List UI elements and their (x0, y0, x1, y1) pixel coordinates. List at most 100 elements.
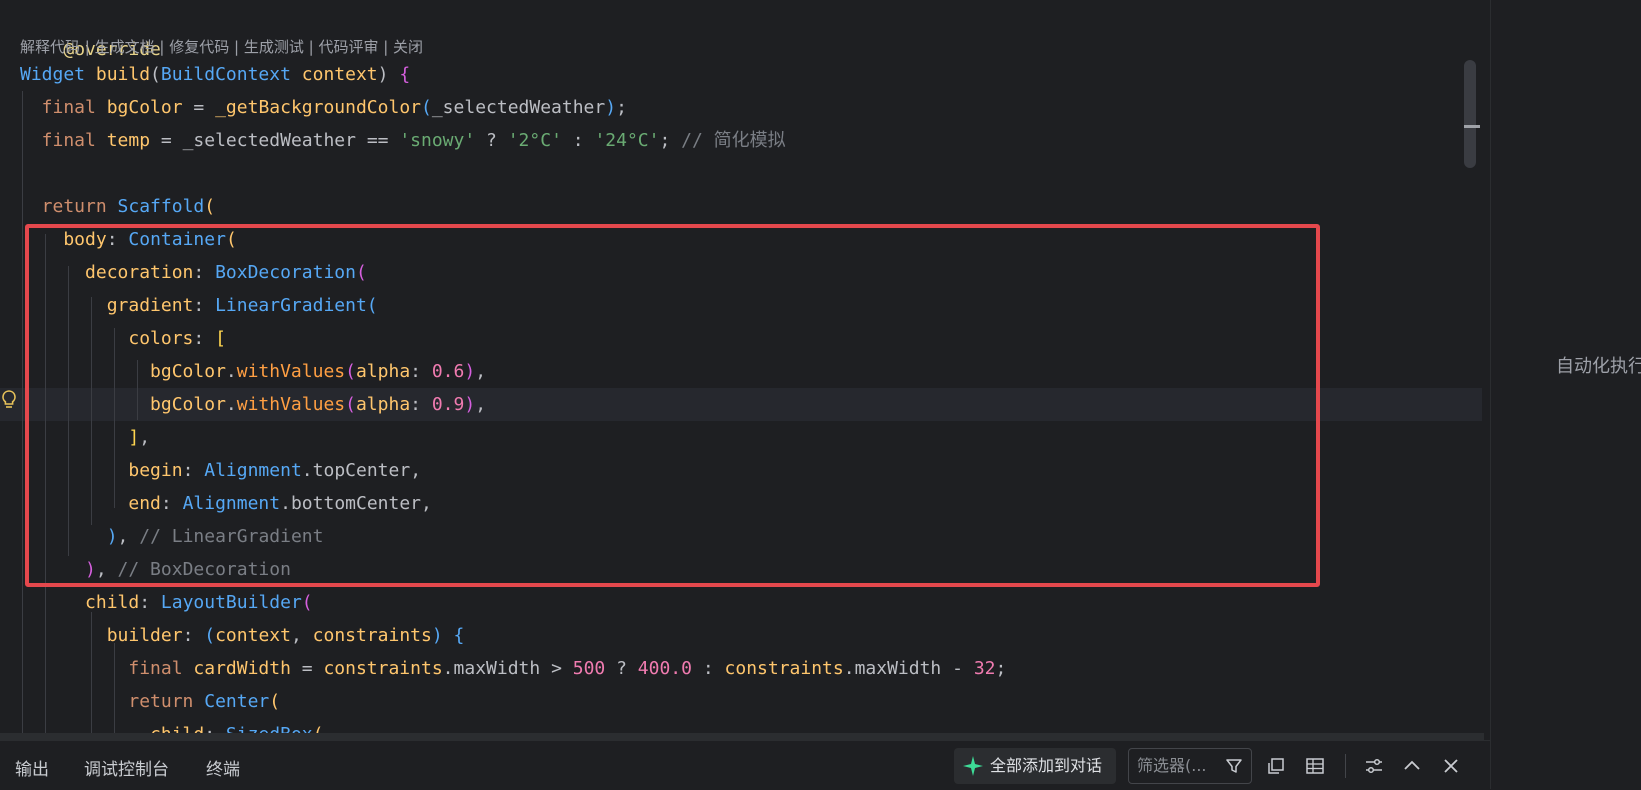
code-lens-actions: 解释代码 | 生成文档 | 修复代码 | 生成测试 | 代码评审 | 关闭 (20, 33, 423, 61)
code-token: child (20, 592, 140, 613)
lightbulb-icon[interactable] (0, 389, 18, 411)
tab-terminal[interactable]: 终端 (206, 755, 240, 780)
code-line[interactable]: return Scaffold( (0, 190, 1482, 223)
code-line[interactable]: Widget build(BuildContext context) { (0, 58, 1482, 91)
code-lens-item[interactable]: 生成测试 (244, 38, 304, 56)
code-token: decoration (20, 262, 194, 283)
code-token: return (20, 196, 118, 217)
code-token: _selectedWeather (182, 130, 367, 151)
code-token: = (301, 658, 324, 679)
right-panel: 自动化执行 (1490, 0, 1641, 789)
code-line[interactable]: decoration: BoxDecoration( (0, 256, 1482, 289)
code-token: : (182, 625, 205, 646)
code-line[interactable]: colors: [ (0, 322, 1482, 355)
code-line[interactable]: final temp = _selectedWeather == 'snowy'… (0, 124, 1482, 157)
code-lens-item[interactable]: 代码评审 (318, 38, 378, 56)
code-token: Container (128, 229, 226, 250)
tab-output[interactable]: 输出 (15, 755, 49, 780)
code-token: ( (225, 229, 237, 250)
code-lens-item[interactable]: 解释代码 (20, 38, 80, 56)
code-token: bottomCenter (290, 493, 422, 514)
code-token: LayoutBuilder (160, 592, 302, 613)
code-line-content: ), // LinearGradient (20, 526, 324, 547)
table-icon[interactable] (1305, 756, 1325, 776)
code-line[interactable]: bgColor.withValues(alpha: 0.6), (0, 355, 1482, 388)
code-token: ) (605, 97, 617, 118)
code-token: 400.0 (637, 658, 703, 679)
code-token: // LinearGradient (139, 526, 324, 547)
code-token: // 简化模拟 (681, 130, 786, 151)
code-token: return (20, 691, 205, 712)
code-token: ) (377, 64, 400, 85)
code-lens-item[interactable]: 生成文档 (95, 38, 155, 56)
code-token: final (20, 97, 107, 118)
code-token: bgColor (106, 97, 194, 118)
code-token: BuildContext (160, 64, 302, 85)
code-token: topCenter (312, 460, 411, 481)
code-line-content: bgColor.withValues(alpha: 0.9), (20, 394, 486, 415)
code-lens-item[interactable]: 修复代码 (169, 38, 229, 56)
code-token: : (193, 328, 216, 349)
copy-icon[interactable] (1266, 756, 1286, 776)
code-token: ) (431, 625, 454, 646)
code-lens-separator: | (229, 38, 244, 56)
filter-icon[interactable] (1225, 757, 1243, 775)
code-token: : (572, 130, 595, 151)
vertical-scrollbar[interactable] (1464, 60, 1476, 168)
code-token: . (442, 658, 454, 679)
code-token: '2°C' (507, 130, 573, 151)
code-line-content: final cardWidth = constraints.maxWidth >… (20, 658, 1006, 679)
close-icon[interactable] (1441, 756, 1461, 776)
code-token: : (160, 493, 183, 514)
indent-guide (45, 234, 46, 735)
code-line-current[interactable]: bgColor.withValues(alpha: 0.9), (0, 388, 1482, 421)
code-line[interactable] (0, 157, 1482, 190)
tab-debug-console[interactable]: 调试控制台 (84, 755, 169, 780)
code-line-content: Widget build(BuildContext context) { (20, 64, 410, 85)
sparkle-icon (963, 756, 983, 776)
code-token: maxWidth (453, 658, 552, 679)
code-line-content: gradient: LinearGradient( (20, 295, 378, 316)
code-line[interactable]: gradient: LinearGradient( (0, 289, 1482, 322)
code-line[interactable]: return Center( (0, 685, 1482, 718)
code-token: 0.9 (431, 394, 465, 415)
code-token: ) (464, 394, 476, 415)
code-token: 32 (973, 658, 996, 679)
code-lens-separator: | (80, 38, 95, 56)
chevron-up-icon[interactable] (1402, 756, 1422, 776)
code-token: bgColor (20, 361, 226, 382)
filter-input[interactable]: 筛选器(... (1128, 748, 1252, 784)
code-line[interactable]: final cardWidth = constraints.maxWidth >… (0, 652, 1482, 685)
code-token: 0.6 (431, 361, 465, 382)
code-line[interactable]: child: LayoutBuilder( (0, 586, 1482, 619)
code-line-content: bgColor.withValues(alpha: 0.6), (20, 361, 486, 382)
code-line[interactable]: ), // LinearGradient (0, 520, 1482, 553)
code-line[interactable]: ], (0, 421, 1482, 454)
code-token: , (139, 427, 151, 448)
settings-sliders-icon[interactable] (1364, 756, 1384, 776)
code-token: [ (215, 328, 226, 349)
code-lens-item[interactable]: 关闭 (393, 38, 423, 56)
code-line[interactable]: end: Alignment.bottomCenter, (0, 487, 1482, 520)
code-token: ; (616, 97, 627, 118)
add-all-to-chat-button[interactable]: 全部添加到对话 (954, 748, 1116, 784)
code-token: : (702, 658, 725, 679)
code-token: ( (150, 64, 161, 85)
code-line-content: return Scaffold( (20, 196, 215, 217)
code-token: BoxDecoration (215, 262, 356, 283)
code-line[interactable]: ), // BoxDecoration (0, 553, 1482, 586)
code-editor[interactable]: @override 解释代码 | 生成文档 | 修复代码 | 生成测试 | 代码… (0, 0, 1490, 735)
code-line[interactable]: body: Container( (0, 223, 1482, 256)
indent-guide (68, 266, 69, 556)
code-token: ; (659, 130, 682, 151)
code-line[interactable]: builder: (context, constraints) { (0, 619, 1482, 652)
code-line[interactable]: begin: Alignment.topCenter, (0, 454, 1482, 487)
code-token: alpha (355, 361, 411, 382)
code-token: : (410, 361, 432, 382)
indent-guide (22, 91, 23, 735)
horizontal-scrollbar[interactable] (0, 733, 1484, 740)
code-token: LinearGradient (215, 295, 367, 316)
code-token: - (952, 658, 974, 679)
code-line[interactable]: final bgColor = _getBackgroundColor(_sel… (0, 91, 1482, 124)
code-token: cardWidth (193, 658, 302, 679)
